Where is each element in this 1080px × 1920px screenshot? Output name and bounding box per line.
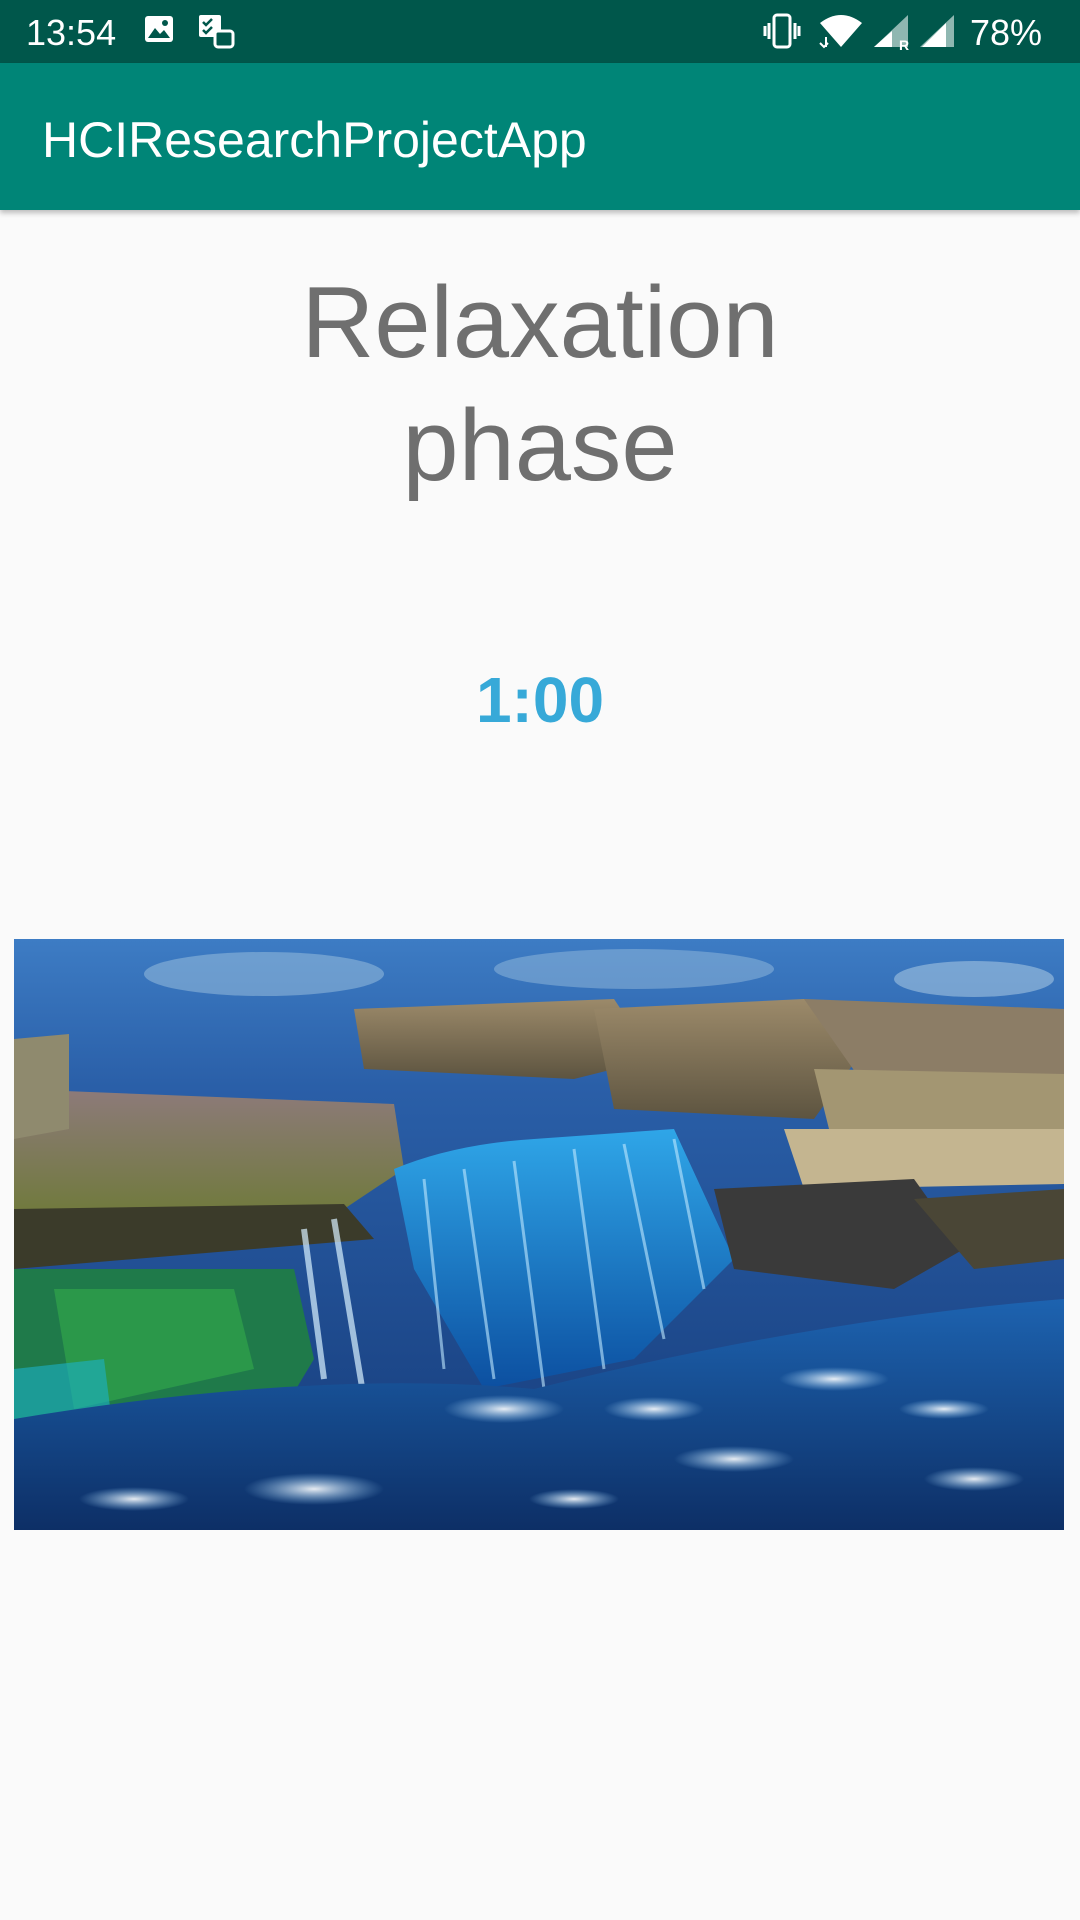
status-time: 13:54 xyxy=(26,12,117,53)
countdown-timer: 1:00 xyxy=(475,664,605,736)
signal-roaming-icon: R xyxy=(872,13,912,56)
vibrate-icon xyxy=(763,13,801,54)
waterfall-image xyxy=(14,939,1064,1530)
status-bar: 13:54 R 78% xyxy=(0,0,1080,63)
image-icon xyxy=(143,13,175,50)
phase-title-line1: Relaxation xyxy=(301,267,779,379)
signal-icon xyxy=(918,13,956,54)
svg-text:R: R xyxy=(899,37,909,51)
task-icon xyxy=(197,13,237,56)
phase-title-line2: phase xyxy=(402,390,678,502)
battery-level: 78% xyxy=(969,12,1042,53)
wifi-icon xyxy=(818,13,864,54)
app-title: HCIResearchProjectApp xyxy=(42,112,587,168)
phase-title: Relaxation phase xyxy=(0,262,1080,508)
app-bar: HCIResearchProjectApp xyxy=(0,63,1080,210)
